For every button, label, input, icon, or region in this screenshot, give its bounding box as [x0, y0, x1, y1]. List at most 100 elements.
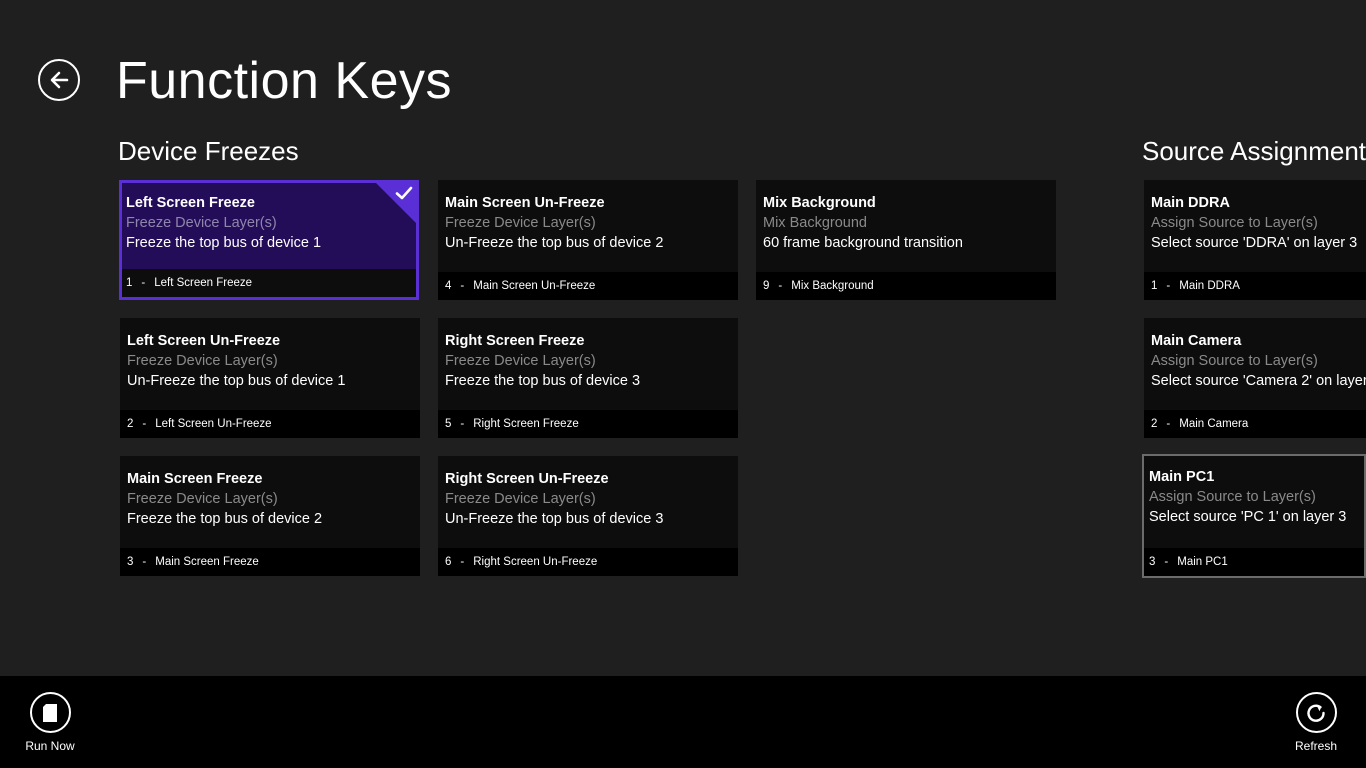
tile-key-separator: - — [460, 556, 465, 568]
tile-title: Right Screen Freeze — [445, 333, 585, 349]
tile-key-separator: - — [141, 277, 146, 289]
tile-description: Un-Freeze the top bus of device 2 — [445, 235, 664, 251]
tile-title: Left Screen Un-Freeze — [127, 333, 281, 349]
tile-body: Main Screen Freeze Freeze Device Layer(s… — [127, 469, 414, 529]
tile-footer: 2 - Left Screen Un-Freeze — [120, 410, 420, 438]
tile-footer-label: Right Screen Freeze — [473, 418, 579, 430]
page-title: Function Keys — [116, 52, 452, 110]
tile-footer-label: Left Screen Un-Freeze — [155, 418, 272, 430]
app-root: Function Keys Device Freezes Source Assi… — [0, 0, 1366, 768]
tile-subtitle: Freeze Device Layer(s) — [445, 215, 596, 231]
tile-description: Freeze the top bus of device 2 — [127, 511, 323, 527]
tile-main-screen-freeze[interactable]: Main Screen Freeze Freeze Device Layer(s… — [120, 456, 420, 576]
tile-title: Main DDRA — [1151, 195, 1230, 211]
tile-key-separator: - — [1166, 418, 1171, 430]
tile-footer: 1 - Left Screen Freeze — [122, 269, 416, 297]
tile-key-number: 6 — [445, 556, 452, 568]
tile-footer-label: Main Camera — [1179, 418, 1249, 430]
tile-footer: 3 - Main Screen Freeze — [120, 548, 420, 576]
tile-key-number: 1 — [126, 277, 133, 289]
tile-key-separator: - — [142, 556, 147, 568]
tile-key-separator: - — [778, 280, 783, 292]
tile-main-screen-unfreeze[interactable]: Main Screen Un-Freeze Freeze Device Laye… — [438, 180, 738, 300]
tile-key-number: 3 — [127, 556, 134, 568]
tile-key-separator: - — [460, 418, 465, 430]
tile-key-number: 2 — [1151, 418, 1158, 430]
tile-mix-background[interactable]: Mix Background Mix Background 60 frame b… — [756, 180, 1056, 300]
tile-footer-label: Right Screen Un-Freeze — [473, 556, 598, 568]
tile-description: Select source 'DDRA' on layer 3 — [1151, 235, 1358, 251]
tile-title: Main Screen Freeze — [127, 471, 263, 487]
tile-key-number: 5 — [445, 418, 452, 430]
tile-body: Main PC1 Assign Source to Layer(s) Selec… — [1149, 467, 1358, 527]
tile-right-screen-unfreeze[interactable]: Right Screen Un-Freeze Freeze Device Lay… — [438, 456, 738, 576]
group-header-device-freezes: Device Freezes — [118, 136, 299, 166]
tile-left-screen-freeze[interactable]: Left Screen Freeze Freeze Device Layer(s… — [119, 180, 419, 300]
tile-body: Mix Background Mix Background 60 frame b… — [763, 193, 1050, 253]
tile-footer: 2 - Main Camera — [1144, 410, 1366, 438]
run-now-label: Run Now — [25, 739, 75, 753]
tile-main-pc1[interactable]: Main PC1 Assign Source to Layer(s) Selec… — [1142, 454, 1366, 578]
tile-description: Select source 'Camera 2' on layer 3 — [1151, 373, 1366, 389]
tile-body: Main DDRA Assign Source to Layer(s) Sele… — [1151, 193, 1360, 253]
tile-key-number: 2 — [127, 418, 134, 430]
tile-footer: 1 - Main DDRA — [1144, 272, 1366, 300]
tile-footer-label: Main Screen Un-Freeze — [473, 280, 596, 292]
tile-description: Un-Freeze the top bus of device 3 — [445, 511, 664, 527]
app-bar: Run Now Refresh — [0, 676, 1366, 768]
run-now-button[interactable]: Run Now — [5, 692, 95, 753]
checkmark-icon — [395, 186, 413, 200]
tile-key-number: 1 — [1151, 280, 1158, 292]
tile-footer: 6 - Right Screen Un-Freeze — [438, 548, 738, 576]
tile-body: Left Screen Freeze Freeze Device Layer(s… — [126, 193, 410, 253]
tile-subtitle: Freeze Device Layer(s) — [126, 215, 277, 231]
tile-main-camera[interactable]: Main Camera Assign Source to Layer(s) Se… — [1144, 318, 1366, 438]
tile-subtitle: Assign Source to Layer(s) — [1151, 215, 1318, 231]
refresh-icon — [1307, 704, 1325, 722]
refresh-label: Refresh — [1294, 739, 1338, 753]
tile-subtitle: Freeze Device Layer(s) — [445, 491, 596, 507]
tile-right-screen-freeze[interactable]: Right Screen Freeze Freeze Device Layer(… — [438, 318, 738, 438]
tile-footer-label: Main Screen Freeze — [155, 556, 259, 568]
group-header-source-assignments: Source Assignments — [1142, 136, 1366, 166]
tile-description: Un-Freeze the top bus of device 1 — [127, 373, 346, 389]
back-arrow-icon — [50, 71, 69, 89]
tile-title: Main PC1 — [1149, 469, 1215, 485]
refresh-circle — [1295, 692, 1337, 733]
tile-footer-label: Main PC1 — [1177, 556, 1228, 568]
tile-description: Freeze the top bus of device 1 — [126, 235, 322, 251]
tile-body: Left Screen Un-Freeze Freeze Device Laye… — [127, 331, 414, 391]
tile-subtitle: Assign Source to Layer(s) — [1149, 489, 1316, 505]
tile-subtitle: Mix Background — [763, 215, 867, 231]
tile-key-separator: - — [1164, 556, 1169, 568]
tile-description: Freeze the top bus of device 3 — [445, 373, 641, 389]
back-button[interactable] — [38, 59, 80, 101]
tile-footer: 5 - Right Screen Freeze — [438, 410, 738, 438]
tile-footer: 3 - Main PC1 — [1144, 548, 1364, 576]
page-icon — [43, 703, 57, 722]
tile-title: Mix Background — [763, 195, 876, 211]
tile-description: Select source 'PC 1' on layer 3 — [1149, 509, 1347, 525]
tile-body: Right Screen Freeze Freeze Device Layer(… — [445, 331, 732, 391]
tile-left-screen-unfreeze[interactable]: Left Screen Un-Freeze Freeze Device Laye… — [120, 318, 420, 438]
tile-subtitle: Freeze Device Layer(s) — [445, 353, 596, 369]
tile-body: Right Screen Un-Freeze Freeze Device Lay… — [445, 469, 732, 529]
tile-footer: 4 - Main Screen Un-Freeze — [438, 272, 738, 300]
tile-body: Main Screen Un-Freeze Freeze Device Laye… — [445, 193, 732, 253]
tile-title: Main Screen Un-Freeze — [445, 195, 605, 211]
tile-footer-label: Left Screen Freeze — [154, 277, 253, 289]
tile-key-separator: - — [142, 418, 147, 430]
tile-title: Left Screen Freeze — [126, 195, 255, 211]
tile-key-number: 4 — [445, 280, 452, 292]
tile-footer-label: Mix Background — [791, 280, 874, 292]
tile-footer: 9 - Mix Background — [756, 272, 1056, 300]
tile-body: Main Camera Assign Source to Layer(s) Se… — [1151, 331, 1366, 391]
tile-subtitle: Freeze Device Layer(s) — [127, 353, 278, 369]
tile-title: Main Camera — [1151, 333, 1242, 349]
tile-description: 60 frame background transition — [763, 235, 963, 251]
refresh-button[interactable]: Refresh — [1271, 692, 1361, 753]
tile-main-ddra[interactable]: Main DDRA Assign Source to Layer(s) Sele… — [1144, 180, 1366, 300]
tile-key-number: 9 — [763, 280, 770, 292]
tile-key-number: 3 — [1149, 556, 1156, 568]
tile-title: Right Screen Un-Freeze — [445, 471, 609, 487]
